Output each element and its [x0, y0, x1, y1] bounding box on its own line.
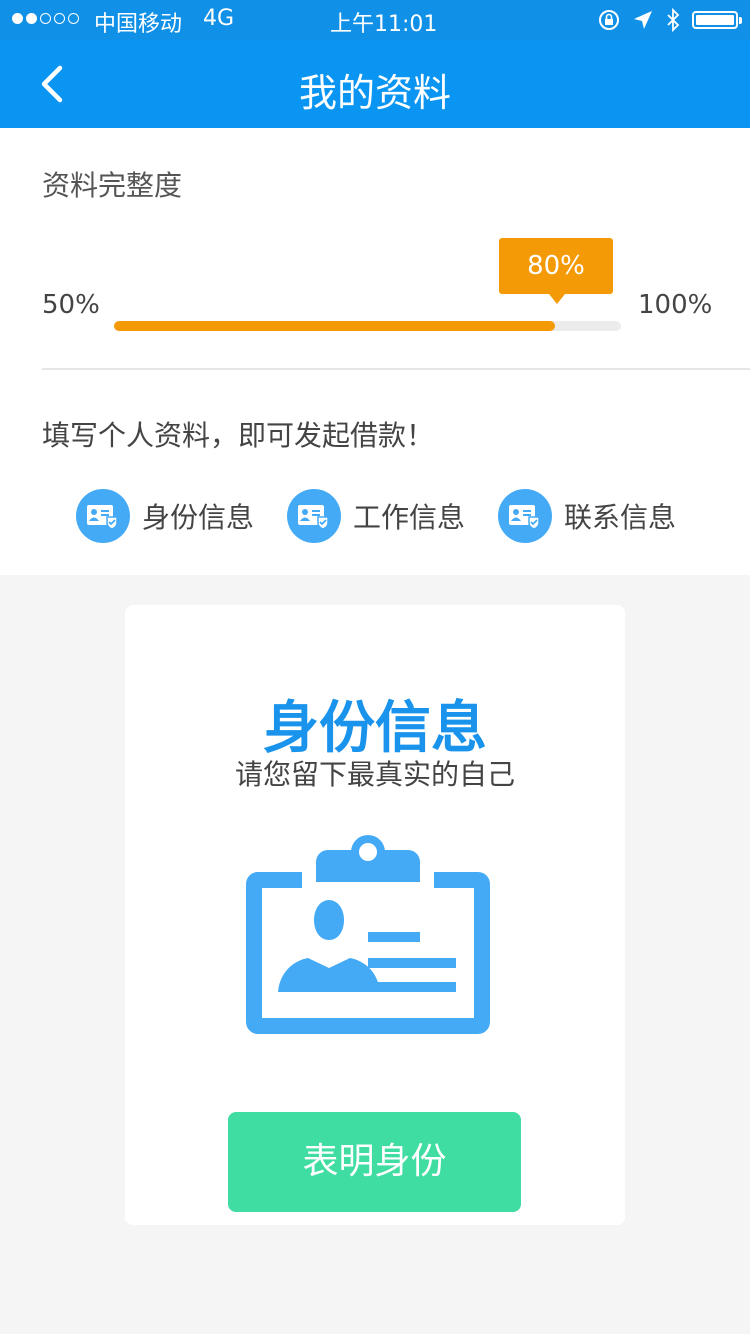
- page-title: 我的资料: [298, 71, 451, 115]
- id-card-check-icon: [287, 489, 341, 543]
- divider: [42, 368, 750, 370]
- network-type: 4G: [203, 6, 235, 31]
- step-label: 工作信息: [353, 501, 466, 534]
- step-contact-info[interactable]: 联系信息: [498, 488, 676, 544]
- step-identity-info[interactable]: 身份信息: [76, 488, 254, 544]
- status-bar: 中国移动 4G 上午11:01: [0, 0, 750, 40]
- progress-max-label: 100%: [638, 290, 713, 320]
- confirm-identity-button[interactable]: 表明身份: [228, 1112, 521, 1212]
- id-card-check-icon: [76, 489, 130, 543]
- status-icons: [598, 6, 742, 34]
- progress-fill: [114, 321, 556, 331]
- card-title: 身份信息: [263, 696, 487, 761]
- progress-value-bubble: 80%: [499, 238, 613, 304]
- signal-dot: [12, 13, 23, 24]
- fill-profile-prompt: 填写个人资料，即可发起借款！: [42, 419, 435, 452]
- signal-dot: [54, 13, 65, 24]
- card-subtitle: 请您留下最真实的自己: [234, 758, 515, 791]
- navigation-bar: 我的资料: [0, 40, 750, 128]
- progress-min-label: 50%: [42, 290, 100, 320]
- carrier-name: 中国移动: [94, 12, 183, 37]
- step-work-info[interactable]: 工作信息: [287, 488, 465, 544]
- location-arrow-icon: [634, 11, 652, 29]
- progress-track: [114, 321, 621, 331]
- rotation-lock-icon: [599, 10, 619, 30]
- profile-summary-panel: 资料完整度 80% 50% 100% 填写个人资料，即可发起借款！ 身份信息 工…: [0, 128, 750, 575]
- signal-dot: [40, 13, 51, 24]
- id-badge-icon: [246, 835, 490, 1034]
- battery-icon: [692, 11, 742, 29]
- bluetooth-icon: [667, 8, 680, 32]
- identity-info-card: 身份信息 请您留下最真实的自己 表明身份: [125, 605, 625, 1225]
- status-time: 上午11:01: [330, 12, 438, 37]
- step-label: 联系信息: [564, 501, 677, 534]
- signal-strength-icon: [12, 13, 79, 24]
- signal-dot: [68, 13, 79, 24]
- completeness-label: 资料完整度: [42, 169, 183, 202]
- step-label: 身份信息: [142, 501, 255, 534]
- signal-dot: [26, 13, 37, 24]
- profile-steps: 身份信息 工作信息 联系信息: [76, 488, 716, 544]
- id-card-check-icon: [498, 489, 552, 543]
